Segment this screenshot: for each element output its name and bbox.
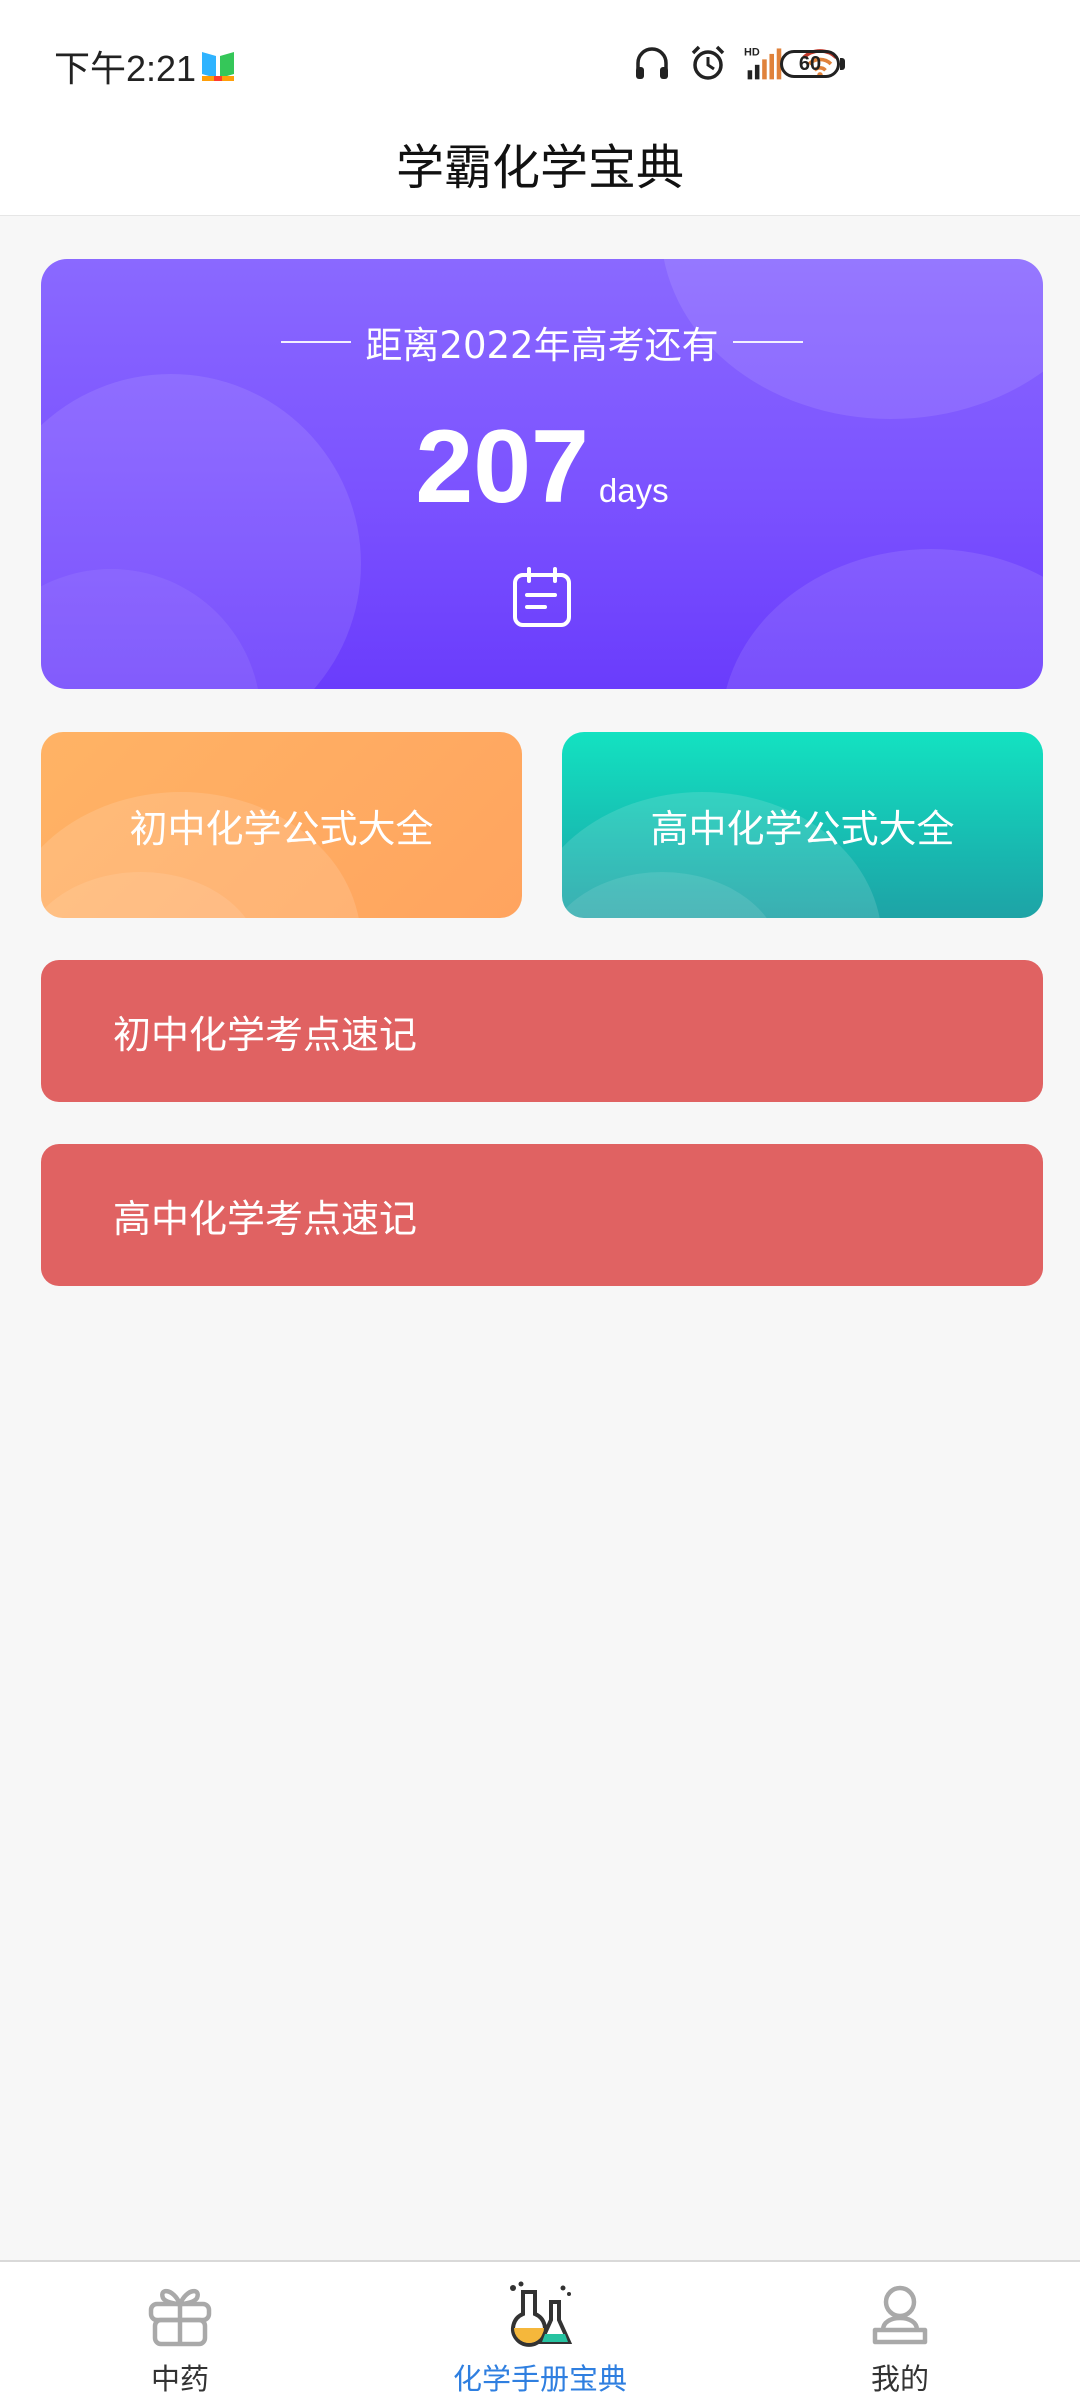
senior-formula-label: 高中化学公式大全 xyxy=(650,806,955,851)
junior-kaodian-button[interactable]: 初中化学考点速记 xyxy=(41,960,1043,1102)
senior-formula-button[interactable]: 高中化学公式大全 xyxy=(562,732,1043,918)
nav-label-handbook: 化学手册宝典 xyxy=(452,2362,627,2396)
countdown-unit: days xyxy=(598,472,669,509)
user-icon xyxy=(872,2285,928,2345)
status-bar: 下午2:21 HD 60 xyxy=(0,0,1080,128)
headphones-icon xyxy=(636,47,668,79)
nav-label-mine: 我的 xyxy=(870,2362,929,2396)
hd-signal-icon: HD xyxy=(744,47,782,80)
bottom-nav: 中药 化学手册宝典 我的 xyxy=(0,2260,1080,2400)
status-time: 下午2:21 xyxy=(54,48,197,89)
decor-circle xyxy=(721,549,1043,689)
nav-item-zhongyao[interactable]: 中药 xyxy=(30,2262,330,2400)
nav-item-handbook[interactable]: 化学手册宝典 xyxy=(390,2262,690,2400)
senior-kaodian-label: 高中化学考点速记 xyxy=(113,1196,418,1241)
label-dash-right xyxy=(732,341,803,343)
battery-tip xyxy=(840,58,845,70)
exam-countdown-card[interactable]: 距离2022年高考还有 207 days xyxy=(41,259,1043,689)
senior-kaodian-button[interactable]: 高中化学考点速记 xyxy=(41,1144,1043,1286)
nav-label-zhongyao: 中药 xyxy=(150,2362,209,2396)
calendar-icon[interactable] xyxy=(511,567,573,629)
junior-kaodian-label: 初中化学考点速记 xyxy=(113,1012,418,1057)
alarm-icon xyxy=(691,45,725,80)
countdown-number: 207 xyxy=(415,409,589,525)
junior-formula-button[interactable]: 初中化学公式大全 xyxy=(41,732,522,918)
countdown-label-row: 距离2022年高考还有 xyxy=(41,317,1043,367)
flask-icon xyxy=(510,2281,573,2347)
junior-formula-label: 初中化学公式大全 xyxy=(129,806,434,851)
countdown-label: 距离2022年高考还有 xyxy=(365,324,719,367)
gift-icon xyxy=(148,2289,212,2347)
battery-indicator: 60 xyxy=(780,50,840,78)
app-header: 学霸化学宝典 xyxy=(0,128,1080,216)
app-notification-icon xyxy=(202,52,234,81)
countdown-value-row: 207 days xyxy=(41,409,1043,519)
nav-item-mine[interactable]: 我的 xyxy=(750,2262,1050,2400)
page-title: 学霸化学宝典 xyxy=(395,140,684,196)
svg-text:HD: HD xyxy=(744,47,760,59)
label-dash-left xyxy=(281,341,352,343)
